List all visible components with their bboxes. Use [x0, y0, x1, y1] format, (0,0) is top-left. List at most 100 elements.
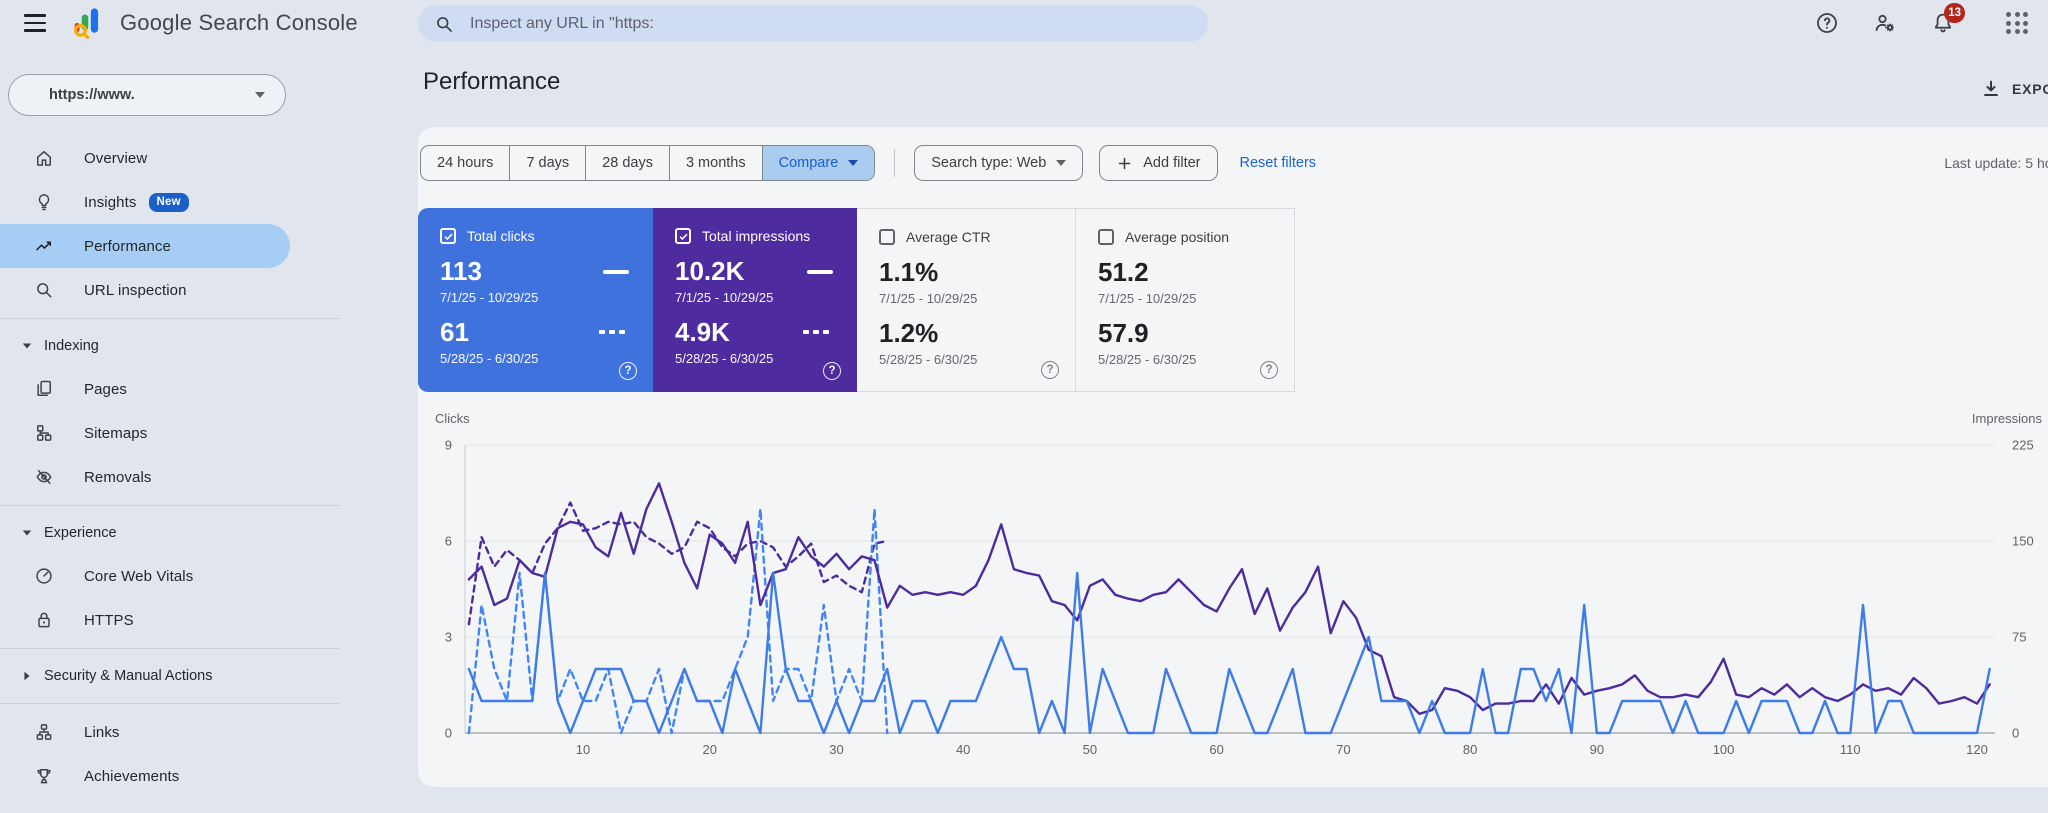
x-axis-tick: 40 — [956, 742, 970, 757]
help-icon[interactable]: ? — [1041, 361, 1059, 379]
top-app-bar: Google Search Console 13 — [0, 0, 2048, 46]
impressions-current-range: 7/1/25 - 10/29/25 — [675, 290, 774, 305]
sidebar-divider — [0, 703, 340, 704]
apps-grid-icon — [2006, 12, 2028, 34]
user-settings-icon — [1875, 14, 1894, 32]
url-inspect-input[interactable] — [470, 14, 1070, 33]
gauge-icon — [36, 568, 52, 584]
sidebar-section-indexing[interactable]: Indexing — [0, 325, 340, 367]
notifications-button[interactable]: 13 — [1930, 3, 1965, 36]
menu-icon[interactable] — [12, 0, 58, 46]
total-clicks-checkbox[interactable] — [440, 228, 456, 244]
sidebar-item-sitemaps[interactable]: Sitemaps — [0, 411, 340, 455]
property-selector[interactable]: https://www. — [8, 74, 286, 116]
ctr-current-value: 1.1% — [879, 257, 939, 287]
search-console-logo-icon — [74, 8, 99, 39]
help-button[interactable] — [1814, 10, 1840, 36]
clicks-current-range: 7/1/25 - 10/29/25 — [440, 290, 539, 305]
x-axis-tick: 70 — [1336, 742, 1350, 757]
reset-filters-link[interactable]: Reset filters — [1240, 155, 1317, 171]
sidebar-item-removals[interactable]: Removals — [0, 455, 340, 499]
sidebar-item-url-inspection[interactable]: URL inspection — [0, 268, 340, 312]
sidebar: https://www. Overview Insights New Perfo… — [0, 46, 340, 813]
right-axis-title: Impressions — [1972, 411, 2043, 426]
trophy-icon — [37, 769, 51, 784]
performance-panel: 24 hours 7 days 28 days 3 months Compare… — [418, 127, 2048, 787]
performance-chart-svg: 0 0 3 75 6 150 9 225 10 20 30 40 50 60 70 80 90 100 110 120… — [435, 411, 2043, 757]
tab-3-months[interactable]: 3 months — [668, 146, 762, 180]
filters-row: 24 hours 7 days 28 days 3 months Compare… — [420, 145, 2048, 181]
google-apps-button[interactable] — [2004, 10, 2030, 36]
help-icon[interactable]: ? — [1260, 361, 1278, 379]
position-current-range: 7/1/25 - 10/29/25 — [1098, 291, 1197, 306]
page-title: Performance — [423, 68, 561, 95]
sidebar-item-performance[interactable]: Performance — [0, 224, 290, 268]
performance-chart[interactable]: 0 0 3 75 6 150 9 225 10 20 30 40 50 60 70 80 90 100 110 120… — [418, 407, 2048, 779]
chevron-down-icon — [1056, 160, 1067, 166]
dashed-line-legend-mark — [803, 330, 833, 334]
add-filter-button[interactable]: Add filter — [1099, 145, 1218, 181]
x-axis-tick: 30 — [829, 742, 843, 757]
sidebar-item-achievements[interactable]: Achievements — [0, 754, 340, 798]
dashed-line-legend-mark — [599, 330, 629, 334]
help-icon — [1817, 13, 1837, 33]
sidebar-divider — [0, 648, 340, 649]
tab-compare[interactable]: Compare — [761, 146, 875, 180]
download-icon — [1984, 80, 1998, 96]
sidebar-nav: Overview Insights New Performance URL in… — [0, 136, 340, 798]
search-icon — [437, 16, 452, 32]
tab-24-hours[interactable]: 24 hours — [421, 146, 509, 180]
chevron-down-icon — [22, 343, 32, 349]
pages-icon — [37, 380, 52, 396]
help-icon[interactable]: ? — [823, 362, 841, 380]
solid-line-legend-mark — [603, 270, 629, 274]
left-axis-tick: 3 — [445, 630, 452, 645]
average-position-card[interactable]: Average position 51.2 7/1/25 - 10/29/25 … — [1076, 208, 1295, 392]
sidebar-item-pages[interactable]: Pages — [0, 367, 340, 411]
left-axis-tick: 0 — [445, 726, 452, 741]
gsc-performance-page: { "topbar": { "app_title": "Google Searc… — [0, 0, 2048, 813]
right-axis-tick: 75 — [2012, 630, 2026, 645]
total-impressions-card[interactable]: Total impressions 10.2K 7/1/25 - 10/29/2… — [653, 208, 857, 392]
lock-icon — [38, 612, 50, 628]
sidebar-item-https[interactable]: HTTPS — [0, 598, 340, 642]
ctr-previous-value: 1.2% — [879, 318, 939, 348]
magnifier-icon — [37, 283, 52, 298]
sitemap-icon — [37, 425, 52, 441]
average-ctr-card[interactable]: Average CTR 1.1% 7/1/25 - 10/29/25 1.2% … — [857, 208, 1076, 392]
sidebar-section-experience[interactable]: Experience — [0, 512, 340, 554]
total-impressions-checkbox[interactable] — [675, 228, 691, 244]
average-ctr-checkbox[interactable] — [879, 229, 895, 245]
sidebar-item-insights[interactable]: Insights New — [0, 180, 340, 224]
series-total-clicks-7-1-25-10-29-25 — [467, 571, 1991, 735]
position-previous-range: 5/28/25 - 6/30/25 — [1098, 352, 1197, 367]
lightbulb-icon — [38, 194, 50, 211]
search-type-filter[interactable]: Search type: Web — [914, 145, 1084, 181]
total-clicks-card[interactable]: Total clicks 113 7/1/25 - 10/29/25 61 5/… — [418, 208, 653, 392]
url-inspect-searchbar[interactable] — [418, 5, 1208, 42]
export-button[interactable]: EXPORT — [1980, 78, 2048, 100]
new-badge: New — [148, 192, 189, 212]
sidebar-item-overview[interactable]: Overview — [0, 136, 340, 180]
right-axis-tick: 150 — [2012, 534, 2034, 549]
x-axis-tick: 60 — [1209, 742, 1223, 757]
sidebar-item-links[interactable]: Links — [0, 710, 340, 754]
sidebar-section-security[interactable]: Security & Manual Actions — [0, 655, 340, 697]
right-axis-tick: 0 — [2012, 726, 2019, 741]
check-icon — [679, 233, 688, 240]
tab-7-days[interactable]: 7 days — [509, 146, 585, 180]
app-title: Google Search Console — [120, 10, 358, 35]
help-icon[interactable]: ? — [619, 362, 637, 380]
chevron-down-icon — [255, 92, 265, 98]
average-position-checkbox[interactable] — [1098, 229, 1114, 245]
x-axis-tick: 80 — [1463, 742, 1477, 757]
position-previous-value: 57.9 — [1098, 318, 1149, 348]
home-icon — [37, 151, 51, 166]
tab-28-days[interactable]: 28 days — [585, 146, 669, 180]
last-update-text: Last update: 5 hours — [1944, 155, 2048, 171]
user-settings-button[interactable] — [1872, 10, 1898, 36]
notification-count-badge: 13 — [1944, 3, 1965, 23]
sidebar-item-core-web-vitals[interactable]: Core Web Vitals — [0, 554, 340, 598]
check-icon — [444, 233, 453, 240]
left-axis-tick: 9 — [445, 438, 452, 453]
